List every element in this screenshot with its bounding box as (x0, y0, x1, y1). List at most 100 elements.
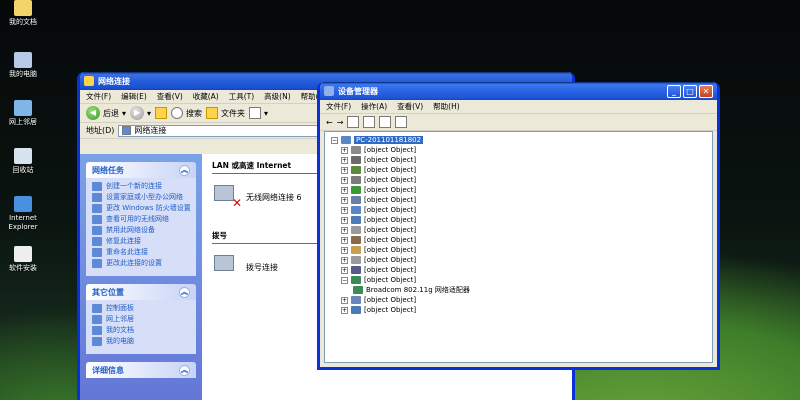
task-link[interactable]: 更改此连接的设置 (92, 259, 192, 268)
expand-icon[interactable]: + (341, 186, 348, 194)
search-button[interactable]: 搜索 (171, 107, 202, 119)
device-manager-icon (324, 86, 334, 96)
menu-item[interactable]: 工具(T) (229, 91, 254, 102)
expand-icon[interactable]: + (341, 306, 348, 314)
help-icon[interactable] (379, 116, 392, 128)
expand-icon[interactable]: + (341, 266, 348, 274)
devmgr-titlebar[interactable]: 设备管理器 _ □ ✕ (320, 82, 717, 100)
device-category[interactable]: + [object Object] (331, 245, 706, 255)
menu-item[interactable]: 操作(A) (361, 101, 387, 112)
expand-icon[interactable]: + (341, 226, 348, 234)
menu-item[interactable]: 收藏(A) (193, 91, 219, 102)
tree-root[interactable]: − PC-201101181802 (331, 135, 706, 145)
desktop-icon[interactable]: 软件安装 (2, 246, 44, 273)
menu-item[interactable]: 查看(V) (157, 91, 183, 102)
task-icon (92, 182, 102, 191)
expand-icon[interactable]: + (341, 256, 348, 264)
disconnected-x-icon: ✕ (231, 196, 242, 210)
minimize-button[interactable]: _ (667, 84, 681, 98)
device-category[interactable]: + [object Object] (331, 295, 706, 305)
expand-icon[interactable]: + (341, 176, 348, 184)
up-button[interactable] (155, 107, 168, 119)
menu-item[interactable]: 文件(F) (86, 91, 111, 102)
network-adapter-device[interactable]: Broadcom 802.11g 网络适配器 (331, 285, 706, 295)
task-link[interactable]: 重命名此连接 (92, 248, 192, 257)
menu-item[interactable]: 帮助(H) (433, 101, 460, 112)
expand-icon[interactable]: + (341, 196, 348, 204)
collapse-icon[interactable]: ︽ (179, 286, 190, 298)
task-link[interactable]: 禁用此网络设备 (92, 226, 192, 235)
menu-item[interactable]: 高级(N) (264, 91, 290, 102)
task-link[interactable]: 网上邻居 (92, 315, 192, 324)
expand-icon[interactable]: + (341, 296, 348, 304)
collapse-icon[interactable]: ︽ (179, 164, 190, 176)
task-label: 更改此连接的设置 (106, 259, 162, 267)
device-category[interactable]: + [object Object] (331, 225, 706, 235)
panel-header[interactable]: 网络任务 ︽ (86, 162, 196, 178)
maximize-button[interactable]: □ (683, 84, 697, 98)
expand-icon[interactable]: + (341, 166, 348, 174)
device-category[interactable]: + [object Object] (331, 175, 706, 185)
desktop-icon-label: Internet Explorer (8, 214, 38, 231)
task-link[interactable]: 创建一个新的连接 (92, 182, 192, 191)
task-link[interactable]: 我的文档 (92, 326, 192, 335)
device-icon (351, 296, 361, 304)
menu-item[interactable]: 查看(V) (397, 101, 423, 112)
expand-icon[interactable]: + (341, 206, 348, 214)
task-label: 创建一个新的连接 (106, 182, 162, 190)
back-button[interactable]: ← (326, 118, 333, 127)
device-manager-window[interactable]: 设备管理器 _ □ ✕ 文件(F) 操作(A) 查看(V) 帮助(H) ← → − PC… (317, 82, 720, 370)
expand-icon[interactable]: + (341, 246, 348, 254)
collapse-icon[interactable]: ︽ (179, 364, 190, 376)
device-category[interactable]: + [object Object] (331, 145, 706, 155)
menu-item[interactable]: 文件(F) (326, 101, 351, 112)
device-category[interactable]: + [object Object] (331, 165, 706, 175)
task-link[interactable]: 控制面板 (92, 304, 192, 313)
task-icon (92, 204, 102, 213)
forward-button[interactable]: → (337, 118, 344, 127)
panel-header[interactable]: 详细信息 ︽ (86, 362, 196, 378)
desktop-icon[interactable]: 网上邻居 (2, 100, 44, 127)
properties-icon[interactable] (347, 116, 360, 128)
expand-icon[interactable]: + (341, 216, 348, 224)
device-category[interactable]: + [object Object] (331, 185, 706, 195)
device-category[interactable]: + [object Object] (331, 195, 706, 205)
expand-icon[interactable]: + (341, 146, 348, 154)
task-link[interactable]: 我的电脑 (92, 337, 192, 346)
task-link[interactable]: 修复此连接 (92, 237, 192, 246)
device-category[interactable]: − [object Object] (331, 275, 706, 285)
task-link[interactable]: 设置家庭或小型办公网络 (92, 193, 192, 202)
device-category[interactable]: + [object Object] (331, 205, 706, 215)
folders-button[interactable]: 文件夹 (206, 107, 245, 119)
device-category[interactable]: + [object Object] (331, 255, 706, 265)
back-button[interactable]: ◀ 后退 ▾ (86, 106, 126, 120)
task-label: 我的文档 (106, 326, 134, 334)
panel-header[interactable]: 其它位置 ︽ (86, 284, 196, 300)
expand-icon[interactable]: + (341, 156, 348, 164)
desktop-icon[interactable]: 我的文档 (2, 0, 44, 27)
device-category[interactable]: + [object Object] (331, 215, 706, 225)
task-link[interactable]: 查看可用的无线网络 (92, 215, 192, 224)
device-icon (351, 186, 361, 194)
device-category[interactable]: + [object Object] (331, 155, 706, 165)
collapse-icon[interactable]: − (341, 276, 348, 284)
device-icon (351, 306, 361, 314)
task-label: 重命名此连接 (106, 248, 148, 256)
close-button[interactable]: ✕ (699, 84, 713, 98)
menu-item[interactable]: 编辑(E) (121, 91, 147, 102)
device-category[interactable]: + [object Object] (331, 265, 706, 275)
collapse-icon[interactable]: − (331, 136, 338, 144)
views-button[interactable]: ▾ (249, 107, 268, 119)
device-category[interactable]: + [object Object] (331, 235, 706, 245)
print-icon[interactable] (363, 116, 376, 128)
device-category[interactable]: + [object Object] (331, 305, 706, 315)
desktop-icon[interactable]: 回收站 (2, 148, 44, 175)
desktop-icon[interactable]: Internet Explorer (2, 196, 44, 232)
scan-hardware-icon[interactable] (395, 116, 408, 128)
task-pane: 网络任务 ︽ 创建一个新的连接设置家庭或小型办公网络 更改 Windows 防火墙设置… (80, 154, 202, 400)
desktop-icon[interactable]: 我的电脑 (2, 52, 44, 79)
expand-icon[interactable]: + (341, 236, 348, 244)
forward-button[interactable]: ▶ ▾ (130, 106, 151, 120)
task-link[interactable]: 更改 Windows 防火墙设置 (92, 204, 192, 213)
devmgr-toolbar: ← → (320, 114, 717, 131)
